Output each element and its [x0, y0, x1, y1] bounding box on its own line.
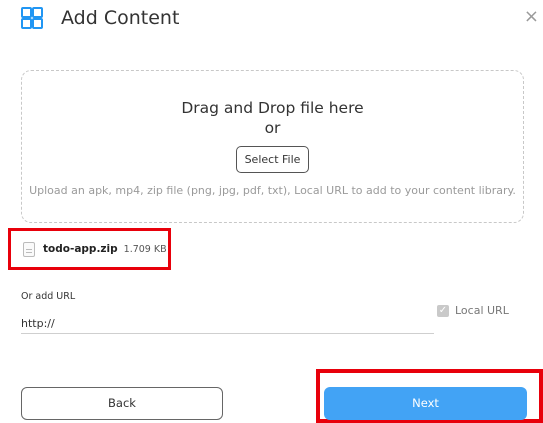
dialog-header: Add Content ×	[21, 2, 543, 34]
file-icon	[23, 241, 35, 257]
grid-icon	[21, 7, 43, 29]
back-button[interactable]: Back	[21, 387, 223, 420]
next-button[interactable]: Next	[324, 387, 527, 420]
checkmark-icon[interactable]: ✓	[437, 304, 449, 317]
add-content-dialog: Add Content × Drag and Drop file here or…	[0, 0, 543, 423]
dialog-title: Add Content	[61, 7, 180, 29]
file-name: todo-app.zip	[43, 243, 118, 255]
local-url-checkbox[interactable]: ✓ Local URL	[437, 304, 509, 317]
drop-zone-title: Drag and Drop file here	[181, 99, 364, 117]
attached-file: todo-app.zip 1.709 KB	[8, 228, 171, 270]
file-drop-zone[interactable]: Drag and Drop file here or Select File U…	[21, 70, 524, 223]
url-label: Or add URL	[21, 291, 76, 302]
local-url-label: Local URL	[455, 304, 509, 317]
drop-zone-or: or	[264, 119, 281, 137]
select-file-button[interactable]: Select File	[235, 146, 310, 173]
close-icon[interactable]: ×	[524, 3, 539, 31]
file-size: 1.709 KB	[123, 243, 167, 255]
drop-zone-hint: Upload an apk, mp4, zip file (png, jpg, …	[29, 184, 516, 197]
url-input[interactable]	[21, 313, 434, 334]
